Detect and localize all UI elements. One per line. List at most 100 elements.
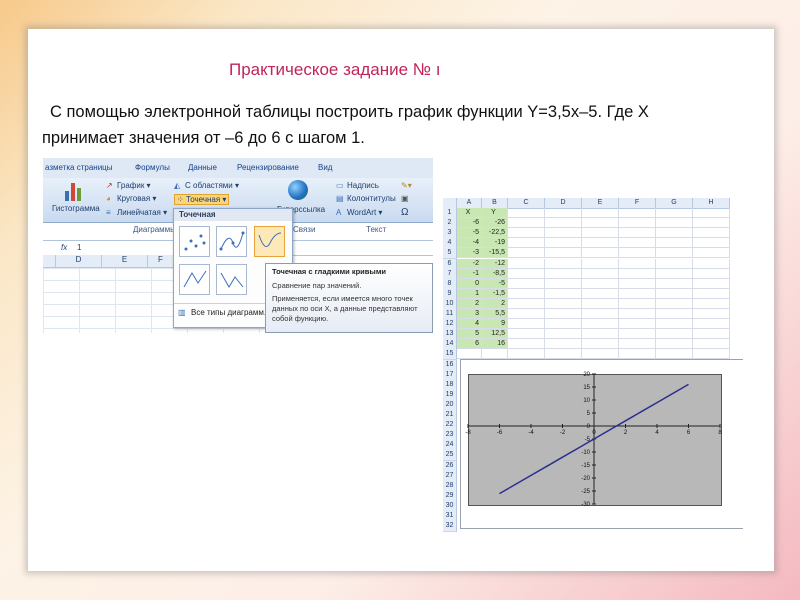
- sheet-cell[interactable]: [693, 319, 730, 330]
- tab-formulas[interactable]: Формулы: [135, 163, 170, 172]
- sheet-cell[interactable]: [582, 339, 619, 350]
- sheet-cell[interactable]: [619, 238, 656, 249]
- sheet-cell[interactable]: [656, 258, 693, 269]
- sheet-cell[interactable]: [508, 298, 545, 309]
- sheet-cell[interactable]: [545, 278, 582, 289]
- sheet-cell[interactable]: [482, 349, 508, 360]
- sheet-cell[interactable]: [582, 319, 619, 330]
- sheet-cell[interactable]: -26: [482, 218, 508, 229]
- sheet-cell[interactable]: [693, 248, 730, 259]
- sheet-row-header[interactable]: 32: [443, 521, 457, 532]
- sheet-cell[interactable]: [656, 228, 693, 239]
- sheet-cell[interactable]: [582, 309, 619, 319]
- sheet-cell[interactable]: -2: [457, 258, 482, 269]
- sheet-cell[interactable]: [619, 228, 656, 239]
- sheet-cell[interactable]: [693, 309, 730, 319]
- sheet-cell[interactable]: [582, 349, 619, 360]
- sheet-cell[interactable]: [582, 218, 619, 229]
- sheet-cell[interactable]: [545, 268, 582, 279]
- sheet-cell[interactable]: 1: [457, 288, 482, 299]
- pie-button[interactable]: Круговая ▾: [117, 194, 156, 203]
- tab-view[interactable]: Вид: [318, 163, 332, 172]
- scatter-smooth-thumb[interactable]: [254, 226, 285, 257]
- sheet-cell[interactable]: -5: [482, 278, 508, 289]
- sheet-cell[interactable]: 0: [457, 278, 482, 289]
- sheet-cell[interactable]: [582, 298, 619, 309]
- tab-data[interactable]: Данные: [188, 163, 217, 172]
- sheet-cell[interactable]: [508, 329, 545, 340]
- graph-button[interactable]: График ▾: [117, 181, 151, 190]
- sheet-cell[interactable]: [619, 339, 656, 350]
- sheet-cell[interactable]: [619, 349, 656, 360]
- sheet-cell[interactable]: [619, 309, 656, 319]
- sheet-cell[interactable]: [656, 319, 693, 330]
- sheet-cell[interactable]: [508, 208, 545, 218]
- scatter-smooth-markers-thumb[interactable]: [216, 226, 247, 257]
- sheet-cell[interactable]: [693, 228, 730, 239]
- sheet-cell[interactable]: [656, 248, 693, 259]
- sheet-cell[interactable]: [582, 329, 619, 340]
- sheet-cell[interactable]: [656, 309, 693, 319]
- sheet-cell[interactable]: [582, 278, 619, 289]
- sheet-cell[interactable]: [545, 298, 582, 309]
- sheet-cell[interactable]: [545, 218, 582, 229]
- sheet-cell[interactable]: [508, 319, 545, 330]
- sheet-cell[interactable]: [508, 258, 545, 269]
- scatter-button[interactable]: Точечная ▾: [186, 195, 227, 204]
- sheet-cell[interactable]: [619, 288, 656, 299]
- sheet-cell[interactable]: -1,5: [482, 288, 508, 299]
- histogram-button[interactable]: Гистограмма: [52, 204, 100, 213]
- sheet-cell[interactable]: [656, 288, 693, 299]
- sheet-cell[interactable]: [693, 329, 730, 340]
- sheet-cell[interactable]: [508, 218, 545, 229]
- sheet-cell[interactable]: [545, 208, 582, 218]
- sheet-cell[interactable]: 3: [457, 309, 482, 319]
- sheet-cell[interactable]: [656, 238, 693, 249]
- sheet-cell[interactable]: [619, 319, 656, 330]
- area-button[interactable]: С областями ▾: [185, 181, 239, 190]
- sheet-cell[interactable]: [693, 298, 730, 309]
- tab-review[interactable]: Рецензирование: [237, 163, 299, 172]
- all-chart-types-link[interactable]: Все типы диаграмм...: [191, 308, 271, 317]
- sheet-cell[interactable]: -1: [457, 268, 482, 279]
- sheet-cell[interactable]: [693, 238, 730, 249]
- sheet-cell[interactable]: 2: [457, 298, 482, 309]
- sheet-cell[interactable]: 9: [482, 319, 508, 330]
- sheet-cell[interactable]: [693, 288, 730, 299]
- sheet-cell[interactable]: [693, 268, 730, 279]
- sheet-cell[interactable]: -3: [457, 248, 482, 259]
- sheet-cell[interactable]: [508, 278, 545, 289]
- header-footer-button[interactable]: Колонтитулы: [347, 194, 396, 203]
- sheet-cell[interactable]: 12,5: [482, 329, 508, 340]
- sheet-cell[interactable]: [545, 228, 582, 239]
- sheet-cell[interactable]: [508, 228, 545, 239]
- sheet-cell[interactable]: [619, 268, 656, 279]
- sheet-cell[interactable]: [545, 258, 582, 269]
- sheet-cell[interactable]: -4: [457, 238, 482, 249]
- sheet-cell[interactable]: [545, 288, 582, 299]
- sheet-cell[interactable]: [508, 339, 545, 350]
- signature-icon[interactable]: ✎▾: [401, 181, 412, 190]
- sheet-cell[interactable]: [619, 298, 656, 309]
- sheet-cell[interactable]: -6: [457, 218, 482, 229]
- col-header[interactable]: F: [148, 255, 174, 268]
- sheet-cell[interactable]: [619, 218, 656, 229]
- sheet-cell[interactable]: [656, 278, 693, 289]
- sheet-cell[interactable]: 16: [482, 339, 508, 350]
- sheet-cell[interactable]: 2: [482, 298, 508, 309]
- sheet-cell[interactable]: [508, 288, 545, 299]
- sheet-cell[interactable]: [693, 339, 730, 350]
- corner-cell[interactable]: [43, 255, 56, 268]
- col-header[interactable]: E: [102, 255, 148, 268]
- sheet-cell[interactable]: 5,5: [482, 309, 508, 319]
- textbox-button[interactable]: Надпись: [347, 181, 379, 190]
- sheet-cell[interactable]: [693, 349, 730, 360]
- tab-page-layout[interactable]: азметка страницы: [45, 163, 113, 172]
- sheet-cell[interactable]: [582, 288, 619, 299]
- sheet-cell[interactable]: Y: [482, 208, 508, 218]
- sheet-cell[interactable]: [656, 329, 693, 340]
- sheet-cell[interactable]: [508, 238, 545, 249]
- sheet-cell[interactable]: -5: [457, 228, 482, 239]
- sheet-cell[interactable]: [545, 329, 582, 340]
- formula-input[interactable]: 1: [77, 243, 81, 252]
